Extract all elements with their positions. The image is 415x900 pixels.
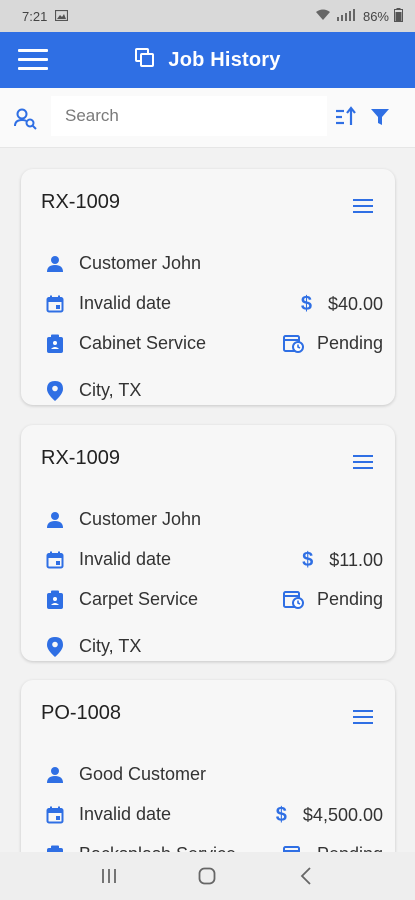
customer-row: Customer John (45, 253, 201, 274)
page-title: Job History (168, 48, 281, 71)
dollar-icon: $ (275, 804, 287, 826)
app-title-group: Job History (134, 47, 280, 74)
battery-icon (394, 7, 403, 25)
system-nav-bar (0, 852, 415, 900)
status-row: Pending (282, 333, 383, 354)
job-date: Invalid date (79, 549, 172, 569)
job-status: Pending (316, 333, 383, 353)
job-id: RX-1009 (41, 447, 120, 469)
location-row: City, TX (45, 380, 141, 401)
job-card[interactable]: PO-1008 Good Customer Invalid date $ $4,… (21, 680, 395, 852)
status-bar: 7:21 86% (0, 0, 415, 32)
amount-row: $ $40.00 (301, 293, 383, 316)
person-icon (45, 765, 65, 785)
customer-row: Good Customer (45, 764, 206, 785)
date-row: Invalid date (45, 804, 171, 825)
status-time: 7:21 (22, 8, 48, 24)
search-row (0, 88, 415, 148)
customer-name: Customer John (79, 509, 202, 529)
app-bar: Job History (0, 32, 415, 88)
location-pin-icon (45, 636, 65, 657)
job-card[interactable]: RX-1009 Customer John Invalid date $ $11… (21, 425, 395, 661)
calendar-icon (45, 550, 65, 570)
card-menu-button[interactable] (353, 455, 373, 469)
job-location: City, TX (79, 380, 142, 400)
battery-level: 86% (362, 8, 389, 24)
job-id: PO-1008 (41, 702, 122, 724)
location-pin-icon (45, 380, 65, 401)
job-amount: $40.00 (327, 294, 383, 314)
job-card[interactable]: RX-1009 Customer John Invalid date $ $40… (21, 169, 395, 405)
recent-apps-button[interactable] (89, 856, 129, 896)
amount-row: $ $4,500.00 (276, 804, 383, 827)
hamburger-menu-button[interactable] (18, 49, 48, 71)
card-menu-button[interactable] (353, 199, 373, 213)
job-status: Pending (317, 844, 383, 852)
service-row: Carpet Service (45, 589, 198, 610)
wifi-icon (315, 9, 331, 24)
dollar-icon: $ (302, 549, 314, 571)
service-row: Backsplash Service (45, 844, 236, 852)
filter-icon[interactable] (369, 106, 391, 133)
service-row: Cabinet Service (45, 333, 206, 354)
home-button[interactable] (187, 856, 227, 896)
schedule-status-icon (282, 590, 305, 610)
sort-icon[interactable] (334, 106, 358, 133)
calendar-icon (45, 294, 65, 314)
clipboard-icon (45, 334, 65, 354)
job-id: RX-1009 (41, 191, 120, 213)
schedule-status-icon (282, 845, 305, 852)
service-name: Carpet Service (79, 589, 199, 609)
signal-icon (336, 8, 358, 24)
schedule-status-icon (282, 334, 305, 354)
job-amount: $11.00 (329, 550, 383, 570)
customer-row: Customer John (45, 509, 201, 530)
job-amount: $4,500.00 (302, 805, 383, 825)
date-row: Invalid date (45, 293, 171, 314)
calendar-icon (45, 805, 65, 825)
card-menu-button[interactable] (353, 710, 373, 724)
status-row: Pending (282, 589, 383, 610)
clipboard-icon (45, 590, 65, 610)
amount-row: $ $11.00 (302, 549, 383, 572)
person-icon (45, 510, 65, 530)
clipboard-icon (45, 845, 65, 852)
user-search-icon[interactable] (13, 106, 39, 132)
back-button[interactable] (286, 856, 326, 896)
job-date: Invalid date (79, 293, 172, 313)
copy-icon (134, 47, 156, 74)
search-input[interactable] (51, 96, 327, 136)
customer-name: Customer John (79, 253, 202, 273)
job-list: RX-1009 Customer John Invalid date $ $40… (0, 148, 415, 852)
service-name: Backsplash Service (79, 844, 236, 852)
image-notification-icon (55, 9, 69, 24)
customer-name: Good Customer (79, 764, 207, 784)
job-location: City, TX (79, 636, 142, 656)
person-icon (45, 254, 65, 274)
dollar-icon: $ (300, 293, 312, 315)
date-row: Invalid date (45, 549, 171, 570)
status-row: Pending (282, 844, 383, 852)
service-name: Cabinet Service (79, 333, 207, 353)
job-status: Pending (316, 589, 383, 609)
job-date: Invalid date (79, 804, 172, 824)
location-row: City, TX (45, 636, 141, 657)
